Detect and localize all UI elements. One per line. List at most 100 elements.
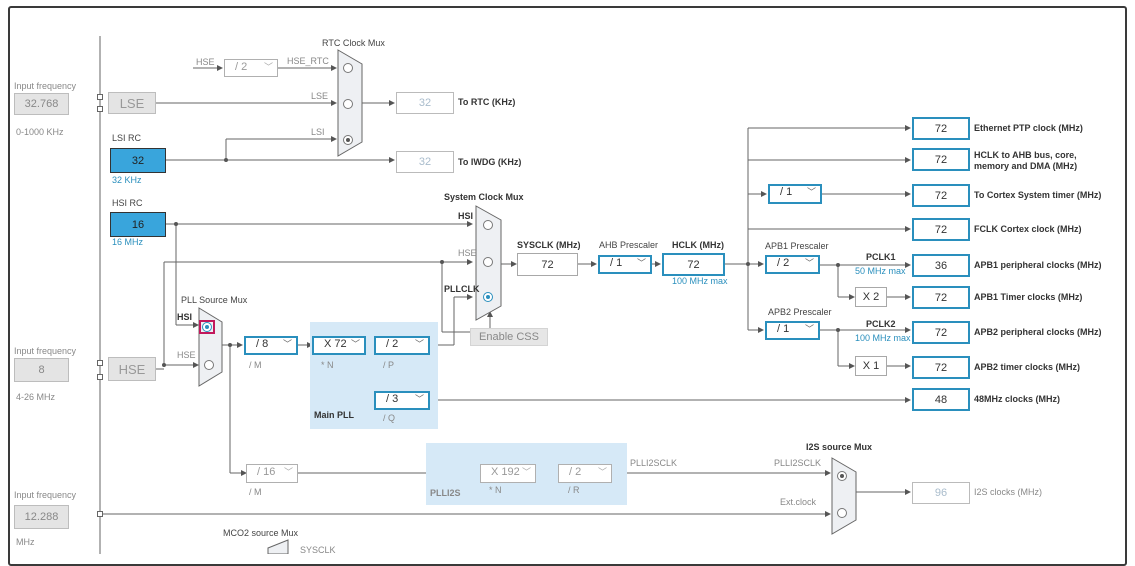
fclk-cortex-clock-value[interactable]: 72 xyxy=(912,218,970,241)
i2s-source-mux[interactable] xyxy=(831,457,857,535)
hse-oscillator[interactable]: HSE xyxy=(108,357,156,381)
i2s-source-mux-title: I2S source Mux xyxy=(806,442,873,452)
pll-n-select[interactable]: X 72 ﹀ xyxy=(312,336,366,355)
hclk-ahb-clock-label: HCLK to AHB bus, core, memory and DMA (M… xyxy=(974,150,1078,171)
apb2-prescaler-select[interactable]: / 1 ﹀ xyxy=(765,321,820,340)
pll-n-value: X 72 xyxy=(324,338,347,350)
iwdg-clock-value[interactable]: 32 xyxy=(396,151,454,173)
apb1-peripheral-clock-value[interactable]: 36 xyxy=(912,254,970,277)
lse-input-frequency[interactable]: 32.768 xyxy=(14,93,69,115)
pll-p-select[interactable]: / 2 ﹀ xyxy=(374,336,430,355)
cortex-system-timer-label: To Cortex System timer (MHz) xyxy=(974,190,1102,200)
enable-css-button[interactable]: Enable CSS xyxy=(470,328,548,346)
pclk1-label: PCLK1 xyxy=(866,252,896,262)
chevron-down-icon: ﹀ xyxy=(806,187,816,197)
pll-source-hsi-radio[interactable] xyxy=(202,322,212,332)
i2s-plli2sclk-radio[interactable] xyxy=(837,471,847,481)
rtc-mux-lsi-radio[interactable] xyxy=(343,135,353,145)
plli2s-title: PLLI2S xyxy=(430,488,461,498)
sysmux-pllclk-radio[interactable] xyxy=(483,292,493,302)
ext-range: MHz xyxy=(16,537,35,547)
rtc-mux-lse-radio[interactable] xyxy=(343,99,353,109)
pclk2-max: 100 MHz max xyxy=(855,333,911,343)
sysclk-value[interactable]: 72 xyxy=(517,253,578,276)
apb1-timer-clock-value[interactable]: 72 xyxy=(912,286,970,309)
clock-48mhz-value[interactable]: 48 xyxy=(912,388,970,411)
ext-port xyxy=(97,511,103,517)
cortex-system-timer-value[interactable]: 72 xyxy=(912,184,970,207)
pll-p-value: / 2 xyxy=(386,338,399,350)
iwdg-clock-label: To IWDG (KHz) xyxy=(458,157,522,167)
chevron-down-icon: ﹀ xyxy=(414,394,424,404)
system-clock-mux-title: System Clock Mux xyxy=(444,192,524,202)
pll-m-value: / 8 xyxy=(256,338,269,350)
pll-p-label: / P xyxy=(383,360,395,370)
mco2-source-mux[interactable] xyxy=(267,539,289,554)
plli2s-m-select[interactable]: / 16 ﹀ xyxy=(246,464,298,483)
pll-q-label: / Q xyxy=(383,413,396,423)
hse-rtc-label: HSE_RTC xyxy=(287,56,329,66)
cortex-timer-prescaler-select[interactable]: / 1 ﹀ xyxy=(768,184,822,204)
apb2-peripheral-clock-value[interactable]: 72 xyxy=(912,321,970,344)
chevron-down-icon: ﹀ xyxy=(636,258,646,268)
lse-input-freq-label: Input frequency xyxy=(14,81,77,91)
hsi-rc-value[interactable]: 16 xyxy=(110,212,166,237)
apb1-prescaler-label: APB1 Prescaler xyxy=(765,241,829,251)
apb1-prescaler-select[interactable]: / 2 ﹀ xyxy=(765,255,820,274)
lse-port-1 xyxy=(97,94,103,100)
plli2s-n-label: * N xyxy=(489,485,502,495)
pll-source-hse-label: HSE xyxy=(177,350,196,360)
pll-source-mux-title: PLL Source Mux xyxy=(181,295,248,305)
sysmux-hse-radio[interactable] xyxy=(483,257,493,267)
chevron-down-icon: ﹀ xyxy=(521,467,531,477)
plli2s-r-select[interactable]: / 2 ﹀ xyxy=(558,464,612,483)
ext-input-frequency[interactable]: 12.288 xyxy=(14,505,69,529)
apb2-prescaler-label: APB2 Prescaler xyxy=(768,307,832,317)
clock-configuration-canvas: Input frequency 32.768 0-1000 KHz LSE LS… xyxy=(0,0,1135,566)
chevron-down-icon: ﹀ xyxy=(282,339,292,349)
plli2s-r-label: / R xyxy=(568,485,580,495)
apb2-timer-clock-label: APB2 timer clocks (MHz) xyxy=(974,362,1081,372)
ext-input-freq-label: Input frequency xyxy=(14,490,77,500)
plli2s-n-select[interactable]: X 192 ﹀ xyxy=(480,464,536,483)
chevron-down-icon: ﹀ xyxy=(263,62,273,72)
i2s-clock-value[interactable]: 96 xyxy=(912,482,970,504)
rtc-hse-prescaler-select[interactable]: / 2 ﹀ xyxy=(224,59,278,77)
hclk-max: 100 MHz max xyxy=(672,276,728,286)
hclk-value[interactable]: 72 xyxy=(662,253,725,276)
mco2-source-mux-title: MCO2 source Mux xyxy=(223,528,299,538)
hse-input-freq-label: Input frequency xyxy=(14,346,77,356)
lsi-rc-label: LSI RC xyxy=(112,133,142,143)
chevron-down-icon: ﹀ xyxy=(804,324,814,334)
hse-port-2 xyxy=(97,374,103,380)
plli2sclk-label: PLLI2SCLK xyxy=(630,458,678,468)
sysmux-hsi-radio[interactable] xyxy=(483,220,493,230)
pll-source-hse-radio[interactable] xyxy=(204,360,214,370)
pll-m-label: / M xyxy=(249,360,262,370)
pll-q-value: / 3 xyxy=(386,393,399,405)
mco2-sysclk-input-label: SYSCLK xyxy=(300,545,336,555)
cortex-timer-prescaler-value: / 1 xyxy=(780,186,793,198)
hclk-ahb-clock-value[interactable]: 72 xyxy=(912,148,970,171)
rtc-mux-hse-radio[interactable] xyxy=(343,63,353,73)
pll-source-hsi-label: HSI xyxy=(177,312,193,322)
pll-m-select[interactable]: / 8 ﹀ xyxy=(244,336,298,355)
rtc-hse-input-label: HSE xyxy=(196,57,215,67)
plli2s-r-value: / 2 xyxy=(569,466,582,478)
ethernet-ptp-clock-value[interactable]: 72 xyxy=(912,117,970,140)
sysmux-hsi-label: HSI xyxy=(458,211,474,221)
rtc-mux-title: RTC Clock Mux xyxy=(322,38,385,48)
apb2-timer-clock-value[interactable]: 72 xyxy=(912,356,970,379)
apb1-timer-clock-label: APB1 Timer clocks (MHz) xyxy=(974,292,1083,302)
lse-oscillator[interactable]: LSE xyxy=(108,92,156,114)
apb2-prescaler-value: / 1 xyxy=(777,323,790,335)
main-pll-title: Main PLL xyxy=(314,410,354,420)
i2s-ext-clock-radio[interactable] xyxy=(837,508,847,518)
hse-input-frequency[interactable]: 8 xyxy=(14,358,69,382)
ahb-prescaler-select[interactable]: / 1 ﹀ xyxy=(598,255,652,274)
hse-port-1 xyxy=(97,360,103,366)
lsi-rc-value[interactable]: 32 xyxy=(110,148,166,173)
pclk2-label: PCLK2 xyxy=(866,319,896,329)
rtc-clock-value[interactable]: 32 xyxy=(396,92,454,114)
pll-q-select[interactable]: / 3 ﹀ xyxy=(374,391,430,410)
